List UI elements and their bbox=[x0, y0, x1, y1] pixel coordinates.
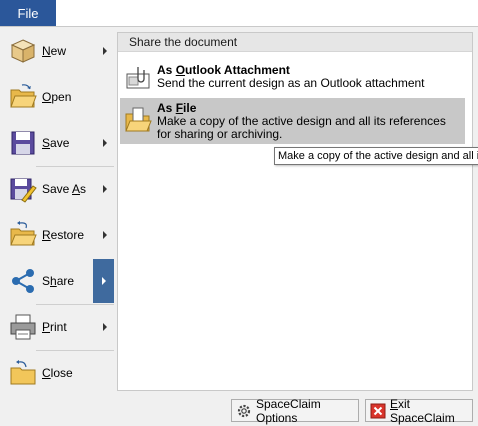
option-description: Send the current design as an Outlook at… bbox=[157, 76, 425, 90]
menu-item-save-as-label: Save As bbox=[42, 182, 87, 196]
share-option-outlook[interactable]: As Outlook Attachment Send the current d… bbox=[120, 60, 465, 94]
spaceclaim-options-button[interactable]: SpaceClaim Options bbox=[231, 397, 359, 425]
ribbon-tab-strip bbox=[56, 0, 478, 26]
menu-item-restore-label: Restore bbox=[42, 228, 85, 242]
panel-header: Share the document bbox=[118, 33, 472, 52]
file-tab[interactable]: File bbox=[0, 0, 56, 26]
submenu-arrow-icon bbox=[103, 139, 107, 147]
menu-item-close-label: Close bbox=[42, 366, 73, 380]
menu-item-save[interactable]: Save bbox=[2, 121, 114, 165]
submenu-arrow-icon bbox=[102, 277, 106, 285]
menu-item-share-label: Share bbox=[42, 274, 75, 288]
share-option-file[interactable]: As File Make a copy of the active design… bbox=[120, 98, 465, 144]
option-description: Make a copy of the active design and all… bbox=[157, 114, 446, 141]
menu-item-open-label: Open bbox=[42, 90, 72, 104]
menu-item-print-label: Print bbox=[42, 320, 67, 334]
save-as-icon bbox=[10, 178, 37, 203]
menu-item-close[interactable]: Close bbox=[2, 351, 114, 395]
menu-item-print[interactable]: Print bbox=[2, 305, 114, 349]
exit-icon bbox=[370, 403, 386, 418]
submenu-arrow-icon bbox=[103, 323, 107, 331]
restore-folder-icon bbox=[10, 221, 37, 246]
share-icon bbox=[12, 269, 34, 293]
menu-item-open[interactable]: Open bbox=[2, 75, 114, 119]
share-panel: Share the document As Outlook Attachment… bbox=[117, 32, 473, 391]
submenu-arrow-icon bbox=[103, 231, 107, 239]
menu-item-save-as[interactable]: Save As bbox=[2, 167, 114, 211]
file-folder-icon bbox=[125, 107, 152, 132]
option-title: As File bbox=[157, 101, 197, 115]
outlook-attachment-icon bbox=[126, 67, 150, 89]
submenu-arrow-icon bbox=[103, 185, 107, 193]
menu-item-share[interactable]: Share bbox=[2, 259, 114, 303]
save-disk-icon bbox=[11, 131, 35, 155]
backstage-menu: New Open Save Save As Restore Share Prin… bbox=[0, 27, 116, 391]
close-folder-icon bbox=[10, 360, 36, 385]
exit-label: Exit SpaceClaim bbox=[390, 396, 455, 425]
option-title: As Outlook Attachment bbox=[157, 63, 290, 77]
tooltip: Make a copy of the active design and all… bbox=[274, 147, 478, 165]
menu-item-new[interactable]: New bbox=[2, 29, 114, 73]
backstage-view: New Open Save Save As Restore Share Prin… bbox=[0, 26, 478, 426]
new-box-icon bbox=[10, 39, 36, 63]
gear-icon bbox=[237, 404, 251, 417]
open-folder-icon bbox=[10, 84, 37, 108]
menu-item-restore[interactable]: Restore bbox=[2, 213, 114, 257]
exit-spaceclaim-button[interactable]: Exit SpaceClaim bbox=[365, 396, 473, 425]
menu-item-new-label: New bbox=[42, 44, 67, 58]
printer-icon bbox=[10, 314, 36, 340]
submenu-arrow-icon bbox=[103, 47, 107, 55]
menu-item-save-label: Save bbox=[42, 136, 70, 150]
